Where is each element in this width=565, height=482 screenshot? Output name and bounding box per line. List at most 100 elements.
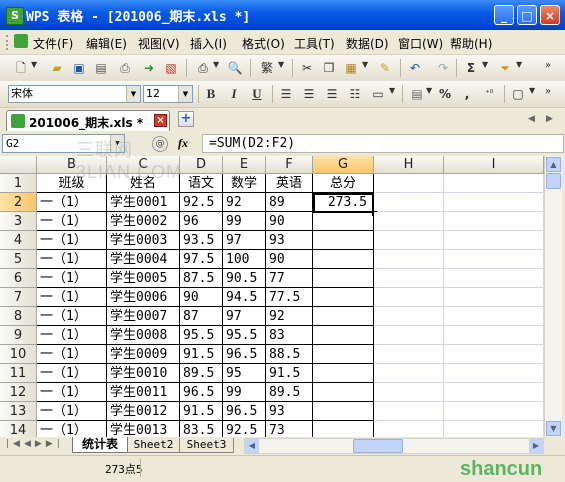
- print-icon[interactable]: ⎙: [194, 59, 212, 77]
- merge-cells-icon[interactable]: ▭: [369, 85, 387, 103]
- cell-b13[interactable]: 一（1）: [37, 402, 107, 421]
- cell-d3[interactable]: 96: [180, 212, 223, 231]
- column-header-i[interactable]: I: [444, 156, 544, 174]
- cell-g9[interactable]: [313, 326, 374, 345]
- cell-d6[interactable]: 87.5: [180, 269, 223, 288]
- format-painter-icon[interactable]: ✎: [376, 59, 394, 77]
- menu-view[interactable]: 视图(V): [138, 35, 180, 52]
- cell-h9[interactable]: [374, 326, 444, 345]
- borders-icon[interactable]: ▢: [509, 85, 527, 103]
- cell-i13[interactable]: [444, 402, 544, 421]
- cell-e2[interactable]: 92: [223, 193, 266, 212]
- menu-file[interactable]: 文件(F): [33, 35, 73, 52]
- cell-f5[interactable]: 90: [266, 250, 313, 269]
- row-header[interactable]: 6: [0, 269, 37, 288]
- cell-h6[interactable]: [374, 269, 444, 288]
- toolbar-overflow-icon[interactable]: »: [545, 60, 551, 71]
- name-box[interactable]: G2 ▼: [2, 134, 125, 153]
- row-header[interactable]: 3: [0, 212, 37, 231]
- cell-h12[interactable]: [374, 383, 444, 402]
- cell-g2[interactable]: 273.5: [313, 193, 374, 212]
- cell-e10[interactable]: 96.5: [223, 345, 266, 364]
- cell-h4[interactable]: [374, 231, 444, 250]
- filter-dropdown-icon[interactable]: ▼: [516, 60, 522, 69]
- cell-i6[interactable]: [444, 269, 544, 288]
- cell-f2[interactable]: 89: [266, 193, 313, 212]
- cell-f11[interactable]: 91.5: [266, 364, 313, 383]
- sheet-tab[interactable]: Sheet2: [128, 438, 180, 453]
- borders-dropdown-icon[interactable]: ▼: [529, 86, 535, 95]
- function-wizard-icon[interactable]: @: [152, 136, 168, 152]
- cell-e11[interactable]: 95: [223, 364, 266, 383]
- column-header-g[interactable]: G: [313, 156, 374, 174]
- cell-e7[interactable]: 94.5: [223, 288, 266, 307]
- column-header-d[interactable]: D: [180, 156, 223, 174]
- cell-f7[interactable]: 77.5: [266, 288, 313, 307]
- menu-help[interactable]: 帮助(H): [450, 35, 492, 52]
- cell-c7[interactable]: 学生0006: [107, 288, 180, 307]
- bold-button[interactable]: B: [202, 85, 220, 103]
- cell-i10[interactable]: [444, 345, 544, 364]
- cell-d4[interactable]: 93.5: [180, 231, 223, 250]
- sheet-tab[interactable]: Sheet3: [180, 438, 234, 453]
- increase-decimal-icon[interactable]: ⁺⁰: [480, 85, 498, 103]
- row-header[interactable]: 8: [0, 307, 37, 326]
- cell-g11[interactable]: [313, 364, 374, 383]
- cell-g4[interactable]: [313, 231, 374, 250]
- column-header-c[interactable]: C: [107, 156, 180, 174]
- cell-g10[interactable]: [313, 345, 374, 364]
- menu-edit[interactable]: 编辑(E): [86, 35, 127, 52]
- save-icon[interactable]: ▣: [70, 59, 88, 77]
- cell-c12[interactable]: 学生0011: [107, 383, 180, 402]
- cell-b9[interactable]: 一（1）: [37, 326, 107, 345]
- document-tab[interactable]: 201006_期末.xls * ×: [6, 110, 170, 131]
- filter-icon[interactable]: ⏷: [496, 59, 514, 77]
- cell-f12[interactable]: 89.5: [266, 383, 313, 402]
- cell-i1[interactable]: [444, 174, 544, 193]
- cell-h3[interactable]: [374, 212, 444, 231]
- cell-h10[interactable]: [374, 345, 444, 364]
- cell-b3[interactable]: 一（1）: [37, 212, 107, 231]
- font-size-select[interactable]: 12 ▼: [143, 85, 193, 103]
- cell-b7[interactable]: 一（1）: [37, 288, 107, 307]
- sheet-navigation-icons[interactable]: |◀◀▶▶|: [6, 439, 64, 449]
- cell-b1[interactable]: 班级: [37, 174, 107, 193]
- autosum-icon[interactable]: Σ: [462, 59, 480, 77]
- menu-window[interactable]: 窗口(W): [398, 35, 443, 52]
- column-header-e[interactable]: E: [223, 156, 266, 174]
- sheet-tab-active[interactable]: 统计表: [72, 437, 128, 453]
- copy-icon[interactable]: ❐: [320, 59, 338, 77]
- select-all-corner[interactable]: [0, 156, 37, 174]
- cell-d7[interactable]: 90: [180, 288, 223, 307]
- close-tab-icon[interactable]: ×: [154, 114, 167, 127]
- cell-f6[interactable]: 77: [266, 269, 313, 288]
- cell-d5[interactable]: 97.5: [180, 250, 223, 269]
- cell-b5[interactable]: 一（1）: [37, 250, 107, 269]
- cell-i8[interactable]: [444, 307, 544, 326]
- align-right-icon[interactable]: ☰: [323, 85, 341, 103]
- formula-input[interactable]: =SUM(D2:F2): [202, 134, 564, 153]
- cell-g13[interactable]: [313, 402, 374, 421]
- menu-insert[interactable]: 插入(I): [190, 35, 227, 52]
- autosum-dropdown-icon[interactable]: ▼: [482, 60, 488, 69]
- cell-c13[interactable]: 学生0012: [107, 402, 180, 421]
- cell-g6[interactable]: [313, 269, 374, 288]
- cell-c11[interactable]: 学生0010: [107, 364, 180, 383]
- cell-f8[interactable]: 92: [266, 307, 313, 326]
- cell-e13[interactable]: 96.5: [223, 402, 266, 421]
- cell-e5[interactable]: 100: [223, 250, 266, 269]
- scroll-down-icon[interactable]: ▼: [546, 421, 561, 436]
- cell-c3[interactable]: 学生0002: [107, 212, 180, 231]
- merge-dropdown-icon[interactable]: ▼: [389, 86, 395, 95]
- export-pdf-icon[interactable]: ▧: [162, 59, 180, 77]
- chevron-down-icon[interactable]: ▼: [178, 86, 192, 102]
- cell-g5[interactable]: [313, 250, 374, 269]
- paste-icon[interactable]: ▦: [342, 59, 360, 77]
- cell-d13[interactable]: 91.5: [180, 402, 223, 421]
- italic-button[interactable]: I: [225, 85, 243, 103]
- percent-button[interactable]: %: [436, 85, 454, 103]
- scroll-up-icon[interactable]: ▲: [546, 157, 561, 172]
- row-header[interactable]: 13: [0, 402, 37, 421]
- cell-e9[interactable]: 95.5: [223, 326, 266, 345]
- cell-h1[interactable]: [374, 174, 444, 193]
